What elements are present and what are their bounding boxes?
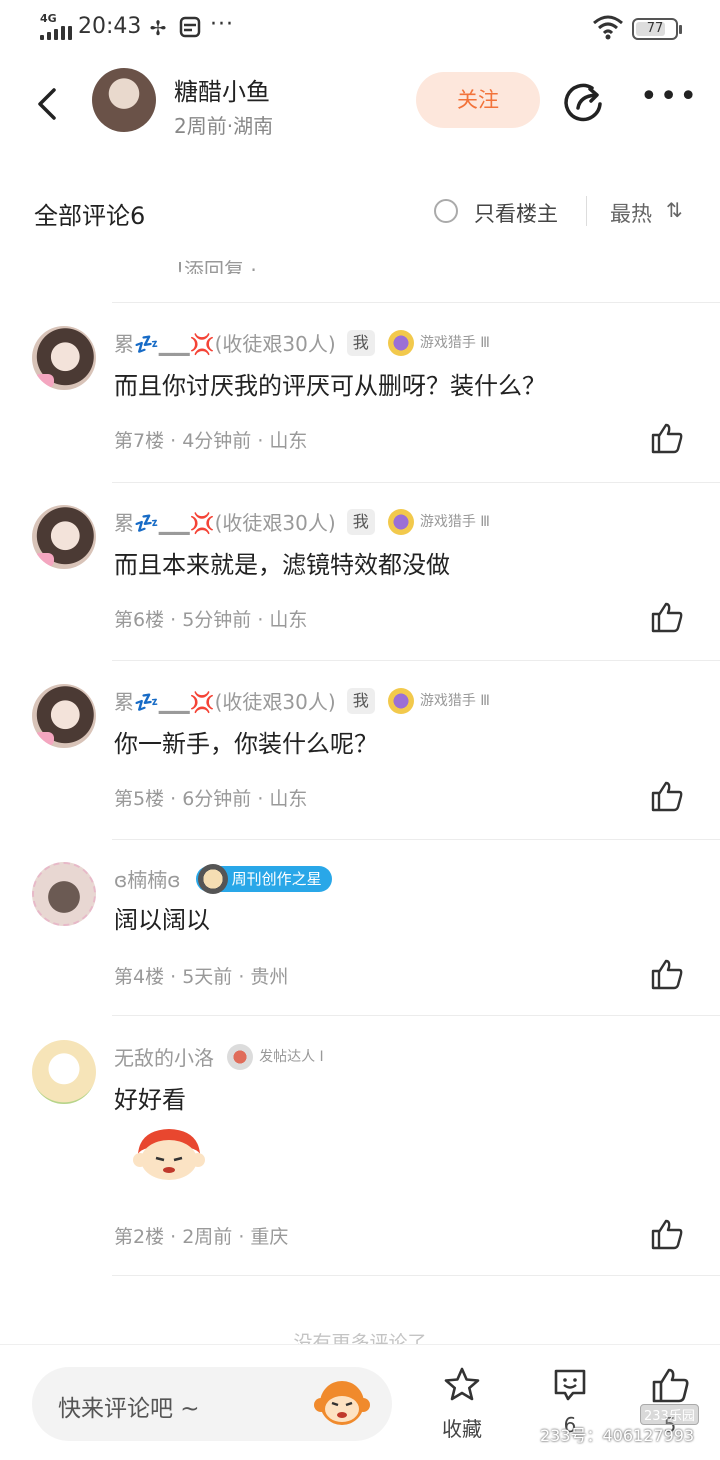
no-more-comments: 没有更多评论了 bbox=[293, 1332, 427, 1344]
comment-text: 你一新手，你装什么呢？ bbox=[114, 730, 378, 758]
commenter-name[interactable]: 累💤▁▁💢(收徒艰30人) bbox=[114, 332, 336, 356]
comment-text: 而且本来就是，滤镜特效都没做 bbox=[114, 551, 450, 579]
comment-meta: 第7楼 · 4分钟前 · 山东 bbox=[114, 430, 308, 452]
badge-label: 发帖达人 Ⅰ bbox=[259, 1048, 324, 1065]
monkey-sticker-icon bbox=[133, 1129, 205, 1180]
favorite-label: 收藏 bbox=[442, 1417, 482, 1441]
like-button[interactable] bbox=[650, 1218, 686, 1252]
comment-text: 阔以阔以 bbox=[114, 906, 210, 934]
cutoff-comment-text: !添回复 · bbox=[176, 258, 257, 274]
battery-icon: 77 bbox=[632, 18, 682, 40]
me-tag: 我 bbox=[346, 508, 375, 535]
commenter-avatar[interactable] bbox=[32, 1040, 96, 1104]
comment-bubble-icon bbox=[554, 1369, 586, 1401]
sticker-image bbox=[132, 1124, 206, 1184]
commenter-name[interactable]: ɞ楠楠ɞ bbox=[114, 868, 181, 892]
only-author-label: 只看楼主 bbox=[474, 202, 558, 226]
signal-icon bbox=[40, 24, 72, 40]
follow-button[interactable]: 关注 bbox=[416, 72, 540, 128]
like-button[interactable] bbox=[650, 958, 686, 992]
comment-meta: 第4楼 · 5天前 · 贵州 bbox=[114, 966, 289, 988]
comments-header: 全部评论6 只看楼主 最热 ⇅ bbox=[0, 180, 720, 242]
author-name[interactable]: 糖醋小鱼 bbox=[174, 72, 270, 107]
thumbs-up-icon bbox=[651, 602, 683, 633]
commenter-avatar[interactable] bbox=[32, 862, 96, 926]
me-tag: 我 bbox=[346, 329, 375, 356]
comment-text: 而且你讨厌我的评厌可从删呀？装什么？ bbox=[114, 372, 546, 400]
share-button[interactable] bbox=[562, 80, 606, 124]
comment-meta: 第2楼 · 2周前 · 重庆 bbox=[114, 1226, 289, 1248]
commenter-avatar[interactable] bbox=[32, 326, 96, 390]
thumbs-up-icon bbox=[651, 781, 683, 812]
creator-star-badge: 周刊创作之星 bbox=[195, 863, 332, 894]
like-button[interactable] bbox=[650, 601, 686, 635]
monkey-emoji-icon bbox=[314, 1381, 370, 1425]
wifi-icon bbox=[592, 14, 624, 44]
divider bbox=[112, 839, 720, 840]
chevron-left-icon bbox=[38, 88, 56, 120]
medal-icon bbox=[227, 1043, 254, 1070]
radio-icon[interactable] bbox=[434, 199, 458, 223]
star-icon bbox=[444, 1367, 480, 1401]
level-badge: 游戏猎手 Ⅲ bbox=[387, 687, 490, 714]
commenter-name[interactable]: 无敌的小洛 bbox=[114, 1046, 214, 1070]
comment-input-placeholder: 快来评论吧 ~ bbox=[58, 1396, 200, 1422]
level-badge: 游戏猎手 Ⅲ bbox=[387, 329, 490, 356]
sort-icon[interactable]: ⇅ bbox=[666, 198, 683, 222]
commenter-avatar[interactable] bbox=[32, 505, 96, 569]
more-dots-icon: ··· bbox=[210, 12, 234, 37]
medal-icon bbox=[387, 329, 414, 356]
level-badge: 游戏猎手 Ⅲ bbox=[387, 508, 490, 535]
battery-level: 77 bbox=[646, 21, 664, 36]
status-bar: 4G 20:43 ✢ ··· 77 bbox=[0, 0, 720, 56]
commenter-avatar[interactable] bbox=[32, 684, 96, 748]
divider bbox=[112, 302, 720, 303]
share-icon bbox=[564, 83, 602, 122]
thumbs-up-icon bbox=[652, 1368, 689, 1403]
more-options-button[interactable]: ••• bbox=[640, 82, 697, 122]
medal-icon bbox=[387, 508, 414, 535]
sort-button[interactable]: 最热 bbox=[610, 198, 652, 228]
divider bbox=[586, 196, 587, 226]
comment-input[interactable]: 快来评论吧 ~ bbox=[32, 1367, 392, 1441]
commenter-name-row: 无敌的小洛 发帖达人 Ⅰ bbox=[114, 1042, 324, 1072]
thumbs-up-icon bbox=[651, 1219, 683, 1250]
me-tag: 我 bbox=[346, 687, 375, 714]
comments-count-title: 全部评论6 bbox=[34, 202, 146, 230]
sim-card-icon bbox=[178, 16, 202, 40]
badge-label: 游戏猎手 Ⅲ bbox=[419, 692, 490, 709]
level-badge: 发帖达人 Ⅰ bbox=[227, 1043, 324, 1070]
comment-meta: 第6楼 · 5分钟前 · 山东 bbox=[114, 609, 308, 631]
commenter-name-row: 累💤▁▁💢(收徒艰30人) 我 游戏猎手 Ⅲ bbox=[114, 328, 490, 358]
emoji-button[interactable] bbox=[314, 1377, 370, 1431]
author-meta: 2周前·湖南 bbox=[174, 114, 274, 138]
commenter-name-row: 累💤▁▁💢(收徒艰30人) 我 游戏猎手 Ⅲ bbox=[114, 686, 490, 716]
commenter-name[interactable]: 累💤▁▁💢(收徒艰30人) bbox=[114, 511, 336, 535]
divider bbox=[112, 1015, 720, 1016]
divider bbox=[112, 1275, 720, 1276]
watermark-text: 233号：406127993 bbox=[540, 1426, 695, 1445]
thumbs-up-icon bbox=[651, 423, 683, 454]
commenter-name[interactable]: 累💤▁▁💢(收徒艰30人) bbox=[114, 690, 336, 714]
medal-icon bbox=[387, 687, 414, 714]
badge-label: 游戏猎手 Ⅲ bbox=[419, 513, 490, 530]
commenter-name-row: ɞ楠楠ɞ 周刊创作之星 bbox=[114, 863, 332, 894]
commenter-name-row: 累💤▁▁💢(收徒艰30人) 我 游戏猎手 Ⅲ bbox=[114, 507, 490, 537]
comment-text: 好好看 bbox=[114, 1086, 186, 1114]
like-button[interactable] bbox=[650, 780, 686, 814]
fan-icon: ✢ bbox=[149, 16, 167, 40]
post-header: 糖醋小鱼 2周前·湖南 关注 ••• bbox=[0, 56, 720, 156]
comment-meta: 第5楼 · 6分钟前 · 山东 bbox=[114, 788, 308, 810]
badge-label: 游戏猎手 Ⅲ bbox=[419, 334, 490, 351]
clock: 20:43 bbox=[78, 14, 142, 39]
favorite-button[interactable]: 收藏 bbox=[432, 1365, 492, 1445]
like-button[interactable] bbox=[650, 422, 686, 456]
divider bbox=[112, 482, 720, 483]
divider bbox=[112, 660, 720, 661]
thumbs-up-icon bbox=[651, 959, 683, 990]
author-avatar[interactable] bbox=[92, 68, 156, 132]
back-button[interactable] bbox=[28, 82, 68, 126]
